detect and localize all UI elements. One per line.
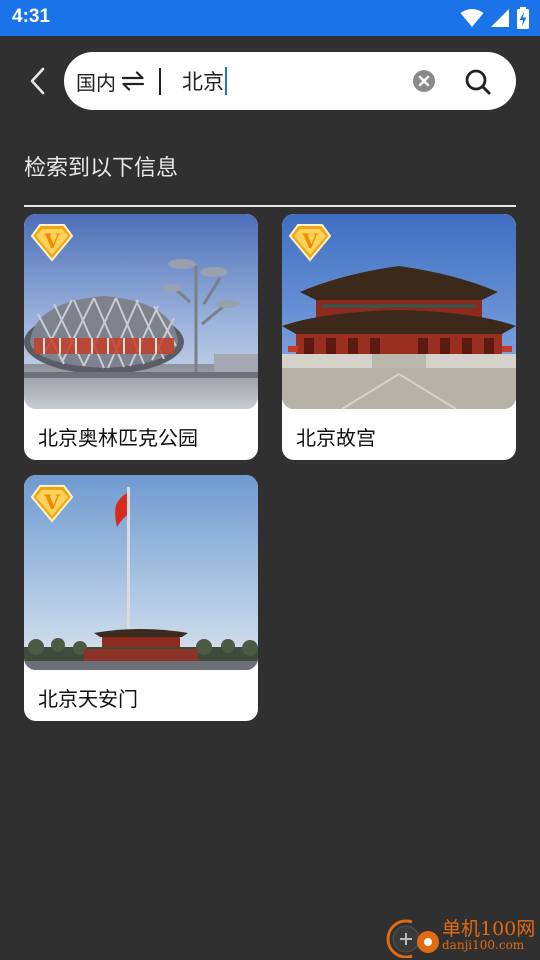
text-caret <box>225 67 227 95</box>
vip-badge-icon: V <box>30 222 74 262</box>
vip-badge-letter: V <box>43 490 60 514</box>
vip-badge-icon: V <box>288 222 332 262</box>
search-button[interactable] <box>464 68 492 96</box>
watermark: 单机100网 danji100.com <box>386 914 536 958</box>
status-icons <box>460 6 530 30</box>
signal-icon <box>491 9 509 27</box>
clear-button[interactable] <box>412 69 436 93</box>
result-card-label: 北京奥林匹克公园 <box>38 426 198 450</box>
search-input[interactable]: 北京 <box>182 52 227 110</box>
status-time: 4:31 <box>12 6 51 27</box>
search-input-value: 北京 <box>182 70 224 94</box>
vip-badge-letter: V <box>301 229 318 253</box>
swap-icon <box>121 71 145 91</box>
vip-badge-letter: V <box>43 229 60 253</box>
result-card-label: 北京天安门 <box>38 687 138 711</box>
wifi-icon <box>460 9 484 27</box>
region-toggle[interactable]: 国内 <box>76 52 146 110</box>
result-card-label: 北京故宫 <box>296 426 376 450</box>
back-button[interactable] <box>22 62 52 100</box>
result-card-tiananmen[interactable]: V 北京天安门 <box>24 475 258 721</box>
region-label: 国内 <box>76 70 116 95</box>
battery-charging-icon <box>517 7 529 29</box>
watermark-url: danji100.com <box>442 938 525 952</box>
result-card-forbidden-city[interactable]: V 北京故宫 <box>282 214 516 460</box>
vip-badge-icon: V <box>30 483 74 523</box>
result-card-olympic-park[interactable]: V 北京奥林匹克公园 <box>24 214 258 460</box>
watermark-logo-icon <box>386 919 439 958</box>
chevron-left-icon <box>30 67 45 95</box>
search-bar: 国内 北京 <box>64 52 516 110</box>
watermark-name: 单机100网 <box>442 918 536 940</box>
search-divider <box>159 68 161 95</box>
results-divider <box>24 205 516 207</box>
clear-icon <box>413 70 435 92</box>
results-title: 检索到以下信息 <box>24 156 179 181</box>
search-icon <box>465 69 491 95</box>
status-bar: 4:31 <box>0 0 540 36</box>
